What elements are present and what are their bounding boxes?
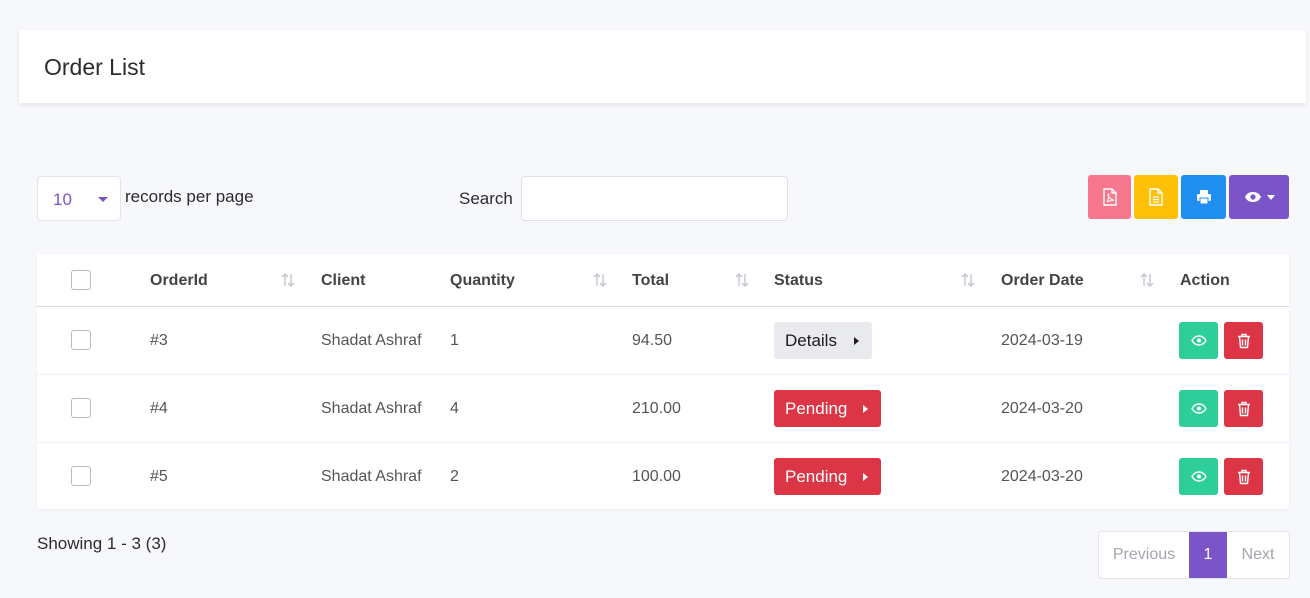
caret-down-icon [1266, 194, 1275, 200]
total-cell: 210.00 [632, 400, 681, 417]
status-details-button[interactable]: Details [774, 322, 872, 359]
column-header-order-date[interactable]: Order Date [1001, 272, 1084, 290]
sort-icon[interactable] [1138, 271, 1156, 289]
printer-icon [1196, 190, 1211, 205]
table-row: #4 Shadat Ashraf 4 210.00 Pending 2024-0… [37, 375, 1289, 443]
total-cell: 100.00 [632, 468, 681, 485]
column-header-action: Action [1180, 272, 1230, 289]
client-cell: Shadat Ashraf [321, 400, 422, 417]
client-cell: Shadat Ashraf [321, 468, 422, 485]
status-label: Details [785, 330, 837, 350]
trash-icon [1237, 333, 1250, 348]
eye-icon [1190, 471, 1207, 482]
pagination-next[interactable]: Next [1227, 532, 1289, 578]
page-header: Order List [19, 30, 1306, 103]
file-pdf-icon [1102, 188, 1117, 206]
table-header: OrderId Client Quantity Total Status Ord… [37, 254, 1289, 307]
sort-icon[interactable] [733, 271, 751, 289]
order-id-cell: #3 [150, 332, 168, 349]
records-per-page-select[interactable]: 10 [37, 176, 121, 221]
print-button[interactable] [1181, 175, 1226, 219]
status-label: Pending [785, 398, 848, 418]
total-cell: 94.50 [632, 332, 673, 349]
eye-icon [1244, 192, 1261, 202]
caret-right-icon [863, 473, 868, 481]
eye-icon [1190, 335, 1207, 346]
status-pending-button[interactable]: Pending [774, 458, 881, 495]
table-row: #3 Shadat Ashraf 1 94.50 Details 2024-03… [37, 307, 1289, 375]
quantity-cell: 1 [450, 332, 459, 349]
column-header-quantity[interactable]: Quantity [450, 272, 515, 290]
column-header-client: Client [321, 272, 366, 289]
column-header-status[interactable]: Status [774, 272, 823, 290]
trash-icon [1237, 401, 1250, 416]
trash-icon [1237, 469, 1250, 484]
page-title: Order List [44, 54, 145, 80]
sort-icon[interactable] [591, 271, 609, 289]
caret-down-icon [98, 197, 108, 202]
records-per-page-label: records per page [125, 187, 254, 206]
status-label: Pending [785, 466, 848, 486]
search-label: Search [459, 189, 513, 208]
search-input[interactable] [521, 176, 788, 221]
showing-count: Showing 1 - 3 (3) [37, 534, 167, 553]
order-date-cell: 2024-03-19 [1001, 332, 1083, 349]
table-row: #5 Shadat Ashraf 2 100.00 Pending 2024-0… [37, 443, 1289, 511]
order-date-cell: 2024-03-20 [1001, 468, 1083, 485]
file-text-icon [1149, 188, 1163, 206]
order-date-cell: 2024-03-20 [1001, 400, 1083, 417]
pagination: Previous 1 Next [1098, 531, 1290, 579]
view-button[interactable] [1179, 458, 1218, 495]
view-button[interactable] [1179, 390, 1218, 427]
delete-button[interactable] [1224, 458, 1263, 495]
view-button[interactable] [1179, 322, 1218, 359]
column-header-orderid[interactable]: OrderId [150, 272, 208, 290]
caret-right-icon [863, 405, 868, 413]
select-all-checkbox[interactable] [71, 270, 91, 290]
caret-right-icon [854, 337, 859, 345]
export-csv-button[interactable] [1134, 175, 1178, 219]
eye-icon [1190, 403, 1207, 414]
quantity-cell: 2 [450, 468, 459, 485]
client-cell: Shadat Ashraf [321, 332, 422, 349]
column-visibility-button[interactable] [1229, 175, 1289, 219]
quantity-cell: 4 [450, 400, 459, 417]
sort-icon[interactable] [279, 271, 297, 289]
delete-button[interactable] [1224, 322, 1263, 359]
row-checkbox[interactable] [71, 330, 91, 350]
status-pending-button[interactable]: Pending [774, 390, 881, 427]
export-pdf-button[interactable] [1088, 175, 1131, 219]
row-checkbox[interactable] [71, 398, 91, 418]
row-checkbox[interactable] [71, 466, 91, 486]
column-header-total[interactable]: Total [632, 272, 669, 290]
orders-table: OrderId Client Quantity Total Status Ord… [37, 254, 1289, 509]
sort-icon[interactable] [959, 271, 977, 289]
order-id-cell: #5 [150, 468, 168, 485]
delete-button[interactable] [1224, 390, 1263, 427]
pagination-previous[interactable]: Previous [1099, 532, 1189, 578]
records-per-page-value: 10 [53, 190, 72, 209]
order-id-cell: #4 [150, 400, 168, 417]
pagination-page-1[interactable]: 1 [1189, 532, 1227, 578]
